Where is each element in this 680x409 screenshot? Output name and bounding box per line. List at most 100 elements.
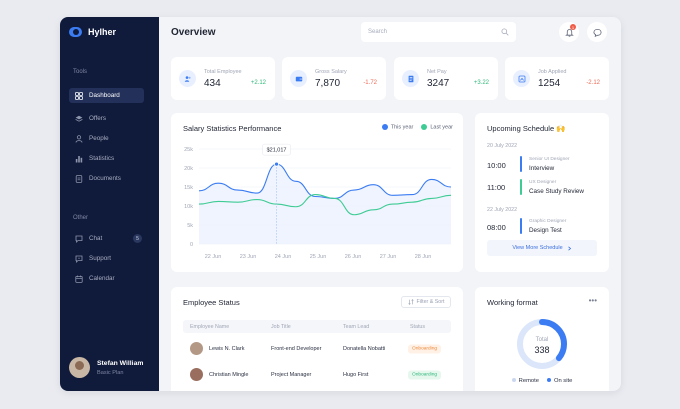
table-row[interactable]: Lewis N. Clark Front-end Developer Donat… [183,339,451,359]
sidebar-item-dashboard[interactable]: Dashboard [69,88,144,103]
sidebar-item-support[interactable]: Support [69,251,144,266]
messages-button[interactable] [587,22,607,42]
employee-name: Christian Mingle [209,372,249,378]
job-title: Front-end Developer [271,346,322,352]
user-plan: Basic Plan [97,369,124,376]
salary-chart-card: Salary Statistics Performance This year … [171,113,463,272]
chat-icon [75,235,83,243]
status-badge: Onboarding [408,344,442,354]
donut-total-value: 338 [534,345,550,355]
schedule-event: Case Study Review [529,188,584,195]
notification-button[interactable]: 1 [559,22,579,42]
schedule-role: Senior UI Designer [529,157,570,162]
schedule-bar [520,156,522,172]
tooltip-point [274,161,279,167]
stat-card-total-employee[interactable]: Total Employee 434 +2.12 [171,57,275,100]
notification-badge: 1 [570,24,576,30]
legend-label: On site [553,378,573,384]
sidebar-item-calendar[interactable]: Calendar [69,271,144,286]
stat-label: Gross Salary [315,68,347,75]
sidebar-item-statistics[interactable]: Statistics [69,151,144,166]
tools-heading: Tools [73,69,88,75]
brand-logo-icon [69,27,82,37]
sidebar-item-label: Offers [89,115,107,122]
y-tick-label: 20k [184,166,193,172]
filter-sort-button[interactable]: Filter & Sort [401,296,451,308]
sidebar-item-label: Dashboard [89,92,120,99]
main-content: Overview Search 1 Total Employee 434 +2.… [159,17,621,391]
stat-value: 3247 [427,77,450,89]
working-format-card: Working format ••• Total 338 Remote On s… [475,287,609,391]
bar-chart-icon [75,155,83,162]
stat-card-job-applied[interactable]: Job Applied 1254 -2.12 [505,57,609,100]
x-tick-label: 26 Jun [345,254,362,260]
support-icon [75,255,83,263]
upcoming-schedule-card: Upcoming Schedule 🙌 20 July 2022 10:00 S… [475,113,609,272]
sidebar: Hylher Tools Dashboard Offers People Sta… [60,17,159,391]
dashboard-icon [75,91,83,100]
stat-delta: +2.12 [250,80,266,86]
sidebar-item-label: Support [89,255,112,262]
job-title: Project Manager [271,372,312,378]
donut-total-label: Total [535,337,549,343]
column-header: Employee Name [190,323,230,330]
y-tick-label: 10k [184,204,193,210]
view-more-schedule-button[interactable]: View More Schedule [487,240,597,256]
avatar [69,357,90,378]
table-row[interactable]: Christian Mingle Project Manager Hugo Fi… [183,365,451,385]
search-placeholder: Search [368,29,388,35]
legend-label: Remote [518,378,539,384]
schedule-role: UX Designer [529,180,557,185]
stat-card-net-pay[interactable]: Net Pay 3247 +3.22 [394,57,498,100]
brand-name: Hylher [88,27,117,37]
sidebar-item-documents[interactable]: Documents [69,171,144,186]
schedule-date: 22 July 2022 [487,207,518,213]
working-format-legend: Remote On site [475,378,609,384]
chevron-right-icon [567,245,571,251]
y-tick-label: 5k [187,223,193,229]
sidebar-item-label: People [89,135,109,142]
message-icon [593,28,601,37]
sidebar-item-label: Statistics [89,155,115,162]
search-input[interactable]: Search [361,22,516,42]
employee-status-title: Employee Status [183,298,240,307]
person-icon [75,134,83,143]
legend-remote: Remote [511,378,539,384]
sidebar-item-label: Chat [89,235,103,242]
people-icon [179,70,196,87]
stat-value: 434 [204,77,221,89]
stat-label: Total Employee [204,68,242,75]
column-header: Status [410,323,426,330]
sidebar-item-offers[interactable]: Offers [69,111,144,126]
stat-card-gross-salary[interactable]: Gross Salary 7,870 -1.72 [282,57,386,100]
team-lead: Hugo First [343,372,369,378]
avatar [190,342,203,355]
sort-icon [407,299,414,305]
stat-delta: -2.12 [586,80,600,86]
brand[interactable]: Hylher [69,27,116,37]
salary-line-chart[interactable]: 0 5k 10k 15k 20k 25k 22 Jun 23 Jun 24 Jun 25 Jun 2… [171,113,463,272]
x-tick-label: 22 Jun [205,254,222,260]
schedule-title: Upcoming Schedule 🙌 [487,124,566,133]
tooltip-value: $21,017 [267,148,287,154]
receipt-icon [402,70,419,87]
page-title: Overview [171,27,216,38]
stat-value: 7,870 [315,77,341,89]
sidebar-item-people[interactable]: People [69,131,144,146]
sidebar-item-label: Calendar [89,275,115,282]
schedule-bar [520,218,522,234]
schedule-time: 10:00 [487,161,506,170]
avatar [190,368,203,381]
x-tick-label: 25 Jun [310,254,327,260]
schedule-time: 11:00 [487,183,506,192]
stat-delta: -1.72 [363,80,377,86]
this-year-area [199,164,451,244]
sidebar-item-chat[interactable]: Chat 5 [69,231,144,246]
app-window: Hylher Tools Dashboard Offers People Sta… [60,17,621,391]
user-profile[interactable]: Stefan William Basic Plan [69,357,143,378]
x-tick-label: 27 Jun [380,254,397,260]
sidebar-item-label: Documents [89,175,121,182]
briefcase-icon [513,70,530,87]
schedule-bar [520,179,522,195]
schedule-role: Graphic Designer [529,219,567,224]
